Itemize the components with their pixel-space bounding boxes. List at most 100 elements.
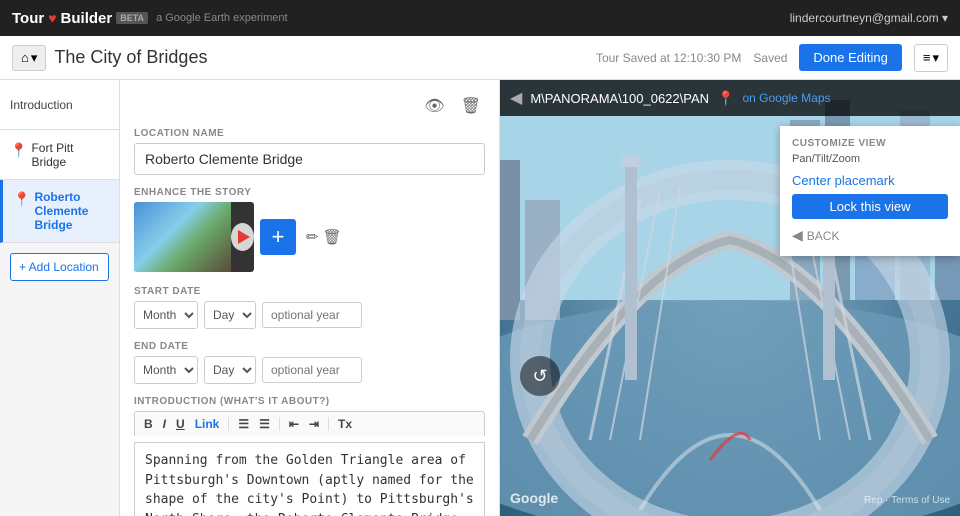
eye-icon: 👁	[424, 98, 444, 115]
top-bar-left: Tour ♥ Builder BETA a Google Earth exper…	[12, 10, 288, 27]
logo-pin-icon: ♥	[48, 10, 56, 26]
customize-panel: CUSTOMIZE VIEW Pan/Tilt/Zoom Center plac…	[780, 126, 960, 256]
media-actions: ✏ 🗑	[306, 228, 342, 246]
intro-field-label: INTRODUCTION (WHAT'S IT ABOUT?)	[134, 396, 485, 407]
fort-pitt-location: 📍 Fort Pitt Bridge	[10, 141, 109, 169]
tagline: a Google Earth experiment	[156, 12, 287, 24]
eye-button[interactable]: 👁	[420, 94, 448, 118]
media-section: ENHANCE THE STORY + ✏ 🗑	[134, 187, 485, 272]
home-button[interactable]: ⌂ ▾	[12, 45, 46, 71]
start-date-section: START DATE Month Day	[134, 286, 485, 329]
end-date-row: Month Day	[134, 356, 485, 384]
sidebar: Introduction 📍 Fort Pitt Bridge 📍 Robert…	[0, 80, 120, 516]
tour-title: The City of Bridges	[54, 47, 207, 68]
indent-out-button[interactable]: ⇤	[286, 416, 302, 432]
streetview-title: M\PANORAMA\100_0622\PAN	[530, 91, 709, 106]
sidebar-item-fort-pitt[interactable]: 📍 Fort Pitt Bridge	[0, 130, 119, 180]
back-arrow-icon: ◀	[792, 227, 803, 244]
save-status: Tour Saved at 12:10:30 PM	[596, 51, 741, 65]
done-editing-button[interactable]: Done Editing	[799, 44, 901, 71]
red-pin-icon: 📍	[13, 191, 30, 208]
toolbar-separator-3	[328, 417, 329, 431]
trash-button[interactable]: 🗑	[457, 94, 485, 118]
menu-chevron: ▾	[932, 50, 939, 66]
intro-label: Introduction	[10, 98, 73, 112]
add-location-button[interactable]: + Add Location	[10, 253, 109, 281]
top-bar: Tour ♥ Builder BETA a Google Earth exper…	[0, 0, 960, 36]
nav-left: ⌂ ▾ The City of Bridges	[12, 45, 207, 71]
google-logo: Google	[510, 490, 558, 506]
location-name-label: LOCATION NAME	[134, 128, 485, 139]
home-chevron: ▾	[31, 50, 38, 66]
beta-badge: BETA	[116, 12, 148, 24]
customize-title: CUSTOMIZE VIEW	[792, 138, 948, 149]
start-date-label: START DATE	[134, 286, 485, 297]
start-year-input[interactable]	[262, 302, 362, 328]
end-date-label: END DATE	[134, 341, 485, 352]
logo-text: Tour	[12, 10, 44, 27]
start-month-select[interactable]: Month	[134, 301, 198, 329]
indent-in-button[interactable]: ⇥	[306, 416, 322, 432]
link-button[interactable]: Link	[192, 416, 223, 432]
trash-icon: 🗑	[461, 98, 481, 115]
roberto-clemente-label: Roberto Clemente Bridge	[34, 190, 109, 232]
streetview-pin-icon: 📍	[717, 90, 734, 107]
nav-bar: ⌂ ▾ The City of Bridges Tour Saved at 12…	[0, 36, 960, 80]
end-year-input[interactable]	[262, 357, 362, 383]
underline-button[interactable]: U	[173, 416, 188, 432]
lock-view-button[interactable]: Lock this view	[792, 194, 948, 219]
editor-toolbar: B I U Link ☰ ☰ ⇤ ⇥ Tx	[134, 411, 485, 436]
delete-media-button[interactable]: 🗑	[323, 228, 342, 246]
saved-badge: Saved	[753, 51, 787, 65]
streetview-bar: ◀ M\PANORAMA\100_0622\PAN 📍 on Google Ma…	[500, 80, 960, 116]
logo: Tour ♥ Builder BETA	[12, 10, 148, 27]
back-row[interactable]: ◀ BACK	[792, 227, 948, 244]
end-date-section: END DATE Month Day	[134, 341, 485, 384]
center-placemark-link[interactable]: Center placemark	[792, 173, 948, 188]
product-name: Builder	[61, 10, 113, 27]
enhance-label: ENHANCE THE STORY	[134, 187, 485, 198]
report-link[interactable]: Rep · Terms of Use	[864, 495, 950, 506]
ol-button[interactable]: ☰	[256, 416, 273, 432]
intro-section: INTRODUCTION (WHAT'S IT ABOUT?) B I U Li…	[134, 396, 485, 516]
menu-button[interactable]: ≡ ▾	[914, 44, 948, 72]
home-icon: ⌂	[21, 50, 29, 65]
intro-textarea[interactable]: Spanning from the Golden Triangle area o…	[134, 442, 485, 516]
start-day-select[interactable]: Day	[204, 301, 256, 329]
italic-button[interactable]: I	[160, 416, 169, 432]
toolbar-separator-2	[279, 417, 280, 431]
center-panel: 👁 🗑 LOCATION NAME ENHANCE THE STORY + ✏	[120, 80, 500, 516]
play-triangle-icon	[238, 230, 250, 244]
clear-format-button[interactable]: Tx	[335, 416, 355, 432]
nav-right: Tour Saved at 12:10:30 PM Saved Done Edi…	[596, 44, 948, 72]
maps-link[interactable]: on Google Maps	[742, 91, 830, 105]
thumbnail-image	[134, 202, 231, 272]
start-date-row: Month Day	[134, 301, 485, 329]
streetview-back-icon[interactable]: ◀	[510, 88, 522, 108]
roberto-clemente-location: 📍 Roberto Clemente Bridge	[13, 190, 109, 232]
pan-tilt-zoom-label: Pan/Tilt/Zoom	[792, 153, 948, 165]
end-month-select[interactable]: Month	[134, 356, 198, 384]
end-day-select[interactable]: Day	[204, 356, 256, 384]
blue-pin-icon: 📍	[10, 142, 27, 159]
sidebar-item-roberto-clemente[interactable]: 📍 Roberto Clemente Bridge	[0, 180, 119, 243]
compass-icon: ↺	[532, 366, 547, 387]
toolbar-separator-1	[228, 417, 229, 431]
media-thumbnail	[134, 202, 254, 272]
bold-button[interactable]: B	[141, 416, 156, 432]
map-area: ◀ M\PANORAMA\100_0622\PAN 📍 on Google Ma…	[500, 80, 960, 516]
sidebar-item-introduction[interactable]: Introduction	[0, 80, 119, 130]
add-media-button[interactable]: +	[260, 219, 296, 255]
panel-header: 👁 🗑	[134, 94, 485, 118]
main-layout: Introduction 📍 Fort Pitt Bridge 📍 Robert…	[0, 80, 960, 516]
media-grid: + ✏ 🗑	[134, 202, 485, 272]
back-label: BACK	[807, 229, 840, 243]
play-button[interactable]	[231, 223, 254, 251]
compass-button[interactable]: ↺	[520, 356, 560, 396]
fort-pitt-label: Fort Pitt Bridge	[31, 141, 109, 169]
user-email[interactable]: lindercourtneyn@gmail.com ▾	[790, 11, 948, 25]
ul-button[interactable]: ☰	[235, 416, 252, 432]
edit-media-button[interactable]: ✏	[306, 228, 319, 246]
menu-icon: ≡	[923, 50, 931, 65]
location-name-input[interactable]	[134, 143, 485, 175]
